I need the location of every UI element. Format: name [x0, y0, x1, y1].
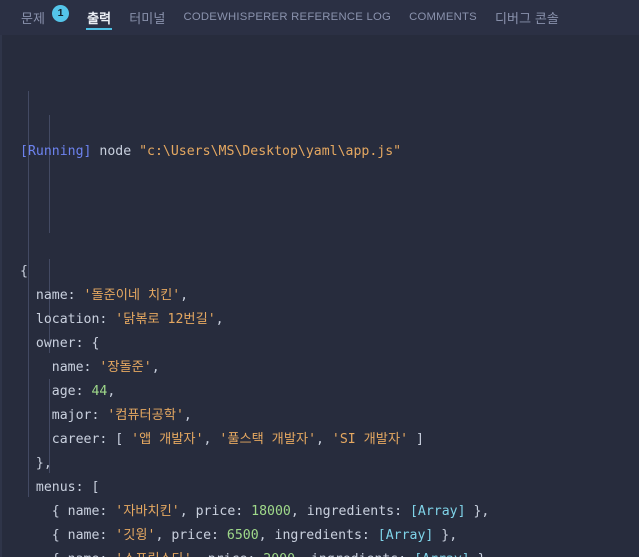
running-command: node [91, 144, 140, 159]
output-line: name: '장돌준', [20, 360, 160, 375]
output-text-content: [Running] node "c:\Users\MS\Desktop\yaml… [2, 35, 639, 557]
output-line: { name: '자바치킨', price: 18000, ingredient… [20, 504, 490, 519]
tab-debug-console-label: 디버그 콘솔 [494, 10, 559, 26]
tab-comments[interactable]: COMMENTS [400, 0, 486, 35]
tab-output[interactable]: 출력 [78, 0, 120, 35]
tab-terminal[interactable]: 터미널 [120, 0, 174, 35]
tab-problems-label: 문제 [21, 10, 46, 26]
tab-codewhisperer-reference-log-label: CODEWHISPERER REFERENCE LOG [183, 11, 392, 23]
output-line: { name: '깃윙', price: 6500, ingredients: … [20, 528, 458, 543]
running-line: [Running] node "c:\Users\MS\Desktop\yaml… [2, 140, 639, 164]
output-line: career: [ '앱 개발자', '풀스택 개발자', 'SI 개발자' ] [20, 432, 424, 447]
panel-tab-bar: 문제 1 출력 터미널 CODEWHISPERER REFERENCE LOG … [0, 0, 639, 35]
output-line: location: '닭볶로 12번길', [20, 312, 224, 327]
running-tag: [Running] [20, 144, 92, 159]
output-line: major: '컴퓨터공학', [20, 408, 192, 423]
output-line: menus: [ [20, 480, 100, 495]
tab-terminal-label: 터미널 [129, 10, 166, 26]
running-path: "c:\Users\MS\Desktop\yaml\app.js" [139, 144, 402, 159]
tab-output-label: 출력 [87, 10, 112, 26]
tab-comments-label: COMMENTS [409, 11, 477, 23]
problems-count-badge: 1 [52, 4, 70, 22]
output-panel[interactable]: [Running] node "c:\Users\MS\Desktop\yaml… [0, 35, 639, 557]
tab-debug-console[interactable]: 디버그 콘솔 [486, 0, 568, 35]
output-line: { name: '스프링소다', price: 2000, ingredient… [2, 548, 639, 557]
output-line: { [20, 264, 28, 279]
tab-problems[interactable]: 문제 1 [12, 0, 78, 35]
output-line: name: '돌준이네 치킨', [20, 288, 189, 303]
output-line: }, [20, 456, 52, 471]
output-line: age: 44, [20, 384, 116, 399]
indent-guide-level-2 [49, 115, 50, 233]
output-object-dump: { name: '돌준이네 치킨', location: '닭볶로 12번길',… [2, 260, 639, 557]
active-tab-underline [86, 28, 113, 30]
tab-codewhisperer-reference-log[interactable]: CODEWHISPERER REFERENCE LOG [174, 0, 400, 35]
output-line: owner: { [20, 336, 100, 351]
